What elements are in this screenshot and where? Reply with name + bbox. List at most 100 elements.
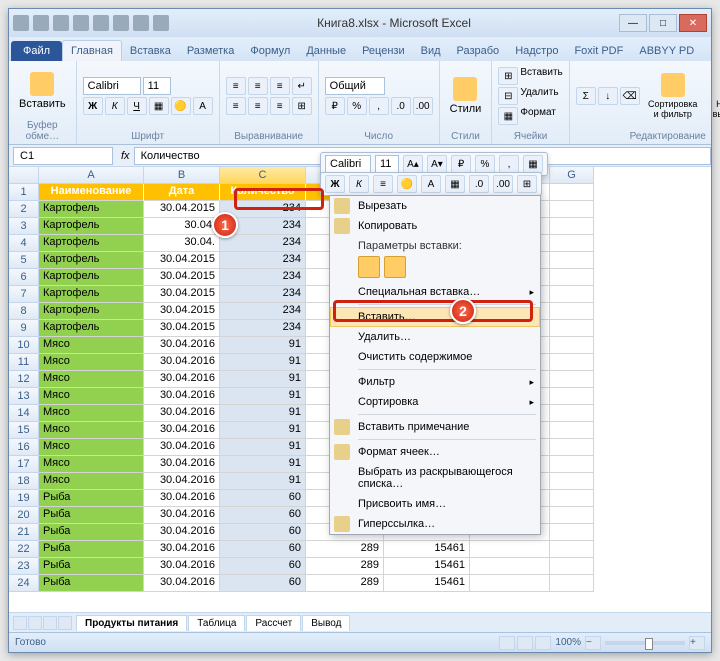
cell-c-14[interactable]: 91 <box>220 405 306 422</box>
tab-dev[interactable]: Разрабо <box>449 41 508 61</box>
cell-c-19[interactable]: 60 <box>220 490 306 507</box>
cell-c-11[interactable]: 91 <box>220 354 306 371</box>
ctx-sort[interactable]: Сортировка <box>330 392 540 412</box>
cell-c-16[interactable]: 91 <box>220 439 306 456</box>
sheet-tab-2[interactable]: Таблица <box>188 615 245 631</box>
tab-layout[interactable]: Разметка <box>179 41 243 61</box>
cell-c-17[interactable]: 91 <box>220 456 306 473</box>
cell[interactable] <box>550 405 594 422</box>
cell-a-24[interactable]: Рыба <box>39 575 144 592</box>
tab-home[interactable]: Главная <box>62 40 122 61</box>
paste-option-1[interactable] <box>358 256 380 278</box>
mini-dec-dec-button[interactable]: .00 <box>493 175 513 193</box>
mini-grow-button[interactable]: A▴ <box>403 155 423 173</box>
cell-a-7[interactable]: Картофель <box>39 286 144 303</box>
mini-font-combo[interactable]: Calibri <box>325 155 371 173</box>
italic-button[interactable]: К <box>105 97 125 115</box>
row-head-22[interactable]: 22 <box>9 541 39 558</box>
cell[interactable] <box>550 524 594 541</box>
row-head-13[interactable]: 13 <box>9 388 39 405</box>
paste-option-2[interactable] <box>384 256 406 278</box>
qat-redo-icon[interactable] <box>73 15 89 31</box>
cell-d-22[interactable]: 289 <box>306 541 384 558</box>
cell[interactable] <box>550 303 594 320</box>
mini-border-button[interactable]: ▦ <box>523 155 543 173</box>
tab-abbyy[interactable]: ABBYY PD <box>631 41 702 61</box>
cell[interactable] <box>550 269 594 286</box>
cell-a-11[interactable]: Мясо <box>39 354 144 371</box>
align-right-button[interactable]: ≡ <box>270 97 290 115</box>
row-head-18[interactable]: 18 <box>9 473 39 490</box>
fill-button[interactable]: ↓ <box>598 87 618 105</box>
row-head-4[interactable]: 4 <box>9 235 39 252</box>
ctx-name[interactable]: Присвоить имя… <box>330 494 540 514</box>
cell-b-24[interactable]: 30.04.2016 <box>144 575 220 592</box>
cell-a-4[interactable]: Картофель <box>39 235 144 252</box>
view-normal-button[interactable] <box>499 636 515 650</box>
cell[interactable] <box>550 235 594 252</box>
align-center-button[interactable]: ≡ <box>248 97 268 115</box>
tab-insert[interactable]: Вставка <box>122 41 179 61</box>
align-top-button[interactable]: ≡ <box>226 77 246 95</box>
cell-a-10[interactable]: Мясо <box>39 337 144 354</box>
mini-comma-button[interactable]: , <box>499 155 519 173</box>
ctx-format-cells[interactable]: Формат ячеек… <box>330 442 540 462</box>
dec-dec-button[interactable]: .00 <box>413 97 433 115</box>
cell[interactable] <box>550 337 594 354</box>
cell-b-4[interactable]: 30.04. <box>144 235 220 252</box>
cell[interactable] <box>550 490 594 507</box>
row-head-2[interactable]: 2 <box>9 201 39 218</box>
cell-b-5[interactable]: 30.04.2015 <box>144 252 220 269</box>
cell[interactable] <box>550 320 594 337</box>
cell-c-15[interactable]: 91 <box>220 422 306 439</box>
maximize-button[interactable]: □ <box>649 14 677 32</box>
row-head-11[interactable]: 11 <box>9 354 39 371</box>
cell-b-11[interactable]: 30.04.2016 <box>144 354 220 371</box>
cell-a-9[interactable]: Картофель <box>39 320 144 337</box>
cell-b-6[interactable]: 30.04.2015 <box>144 269 220 286</box>
cell[interactable] <box>550 218 594 235</box>
cell-b-10[interactable]: 30.04.2016 <box>144 337 220 354</box>
cell-b-17[interactable]: 30.04.2016 <box>144 456 220 473</box>
cell-c-22[interactable]: 60 <box>220 541 306 558</box>
col-head-B[interactable]: B <box>144 167 220 184</box>
cell-c-5[interactable]: 234 <box>220 252 306 269</box>
cell-d-24[interactable]: 289 <box>306 575 384 592</box>
cell-b-22[interactable]: 30.04.2016 <box>144 541 220 558</box>
sheet-nav-next[interactable] <box>43 616 57 630</box>
cell-c-9[interactable]: 234 <box>220 320 306 337</box>
paste-button[interactable]: Вставить <box>15 70 70 112</box>
ctx-paste-special[interactable]: Специальная вставка… <box>330 282 540 302</box>
cell-b-19[interactable]: 30.04.2016 <box>144 490 220 507</box>
cell-b-23[interactable]: 30.04.2016 <box>144 558 220 575</box>
cell-c-10[interactable]: 91 <box>220 337 306 354</box>
zoom-slider[interactable] <box>605 641 685 645</box>
cell-b-14[interactable]: 30.04.2016 <box>144 405 220 422</box>
sum-button[interactable]: Σ <box>576 87 596 105</box>
cell-c-13[interactable]: 91 <box>220 388 306 405</box>
sheet-tab-3[interactable]: Рассчет <box>246 615 301 631</box>
qat-icon[interactable] <box>93 15 109 31</box>
cell[interactable] <box>550 354 594 371</box>
row-head-20[interactable]: 20 <box>9 507 39 524</box>
row-head-7[interactable]: 7 <box>9 286 39 303</box>
row-head-5[interactable]: 5 <box>9 252 39 269</box>
row-head-15[interactable]: 15 <box>9 422 39 439</box>
cell[interactable] <box>550 558 594 575</box>
sheet-tab-1[interactable]: Продукты питания <box>76 615 187 631</box>
cell-b-18[interactable]: 30.04.2016 <box>144 473 220 490</box>
cell[interactable] <box>550 184 594 201</box>
sheet-nav-prev[interactable] <box>28 616 42 630</box>
cell-a-17[interactable]: Мясо <box>39 456 144 473</box>
ctx-dropdown[interactable]: Выбрать из раскрывающегося списка… <box>330 462 540 494</box>
cell-b-15[interactable]: 30.04.2016 <box>144 422 220 439</box>
cell[interactable] <box>470 558 550 575</box>
cell-a-19[interactable]: Рыба <box>39 490 144 507</box>
qat-icon[interactable] <box>133 15 149 31</box>
tab-data[interactable]: Данные <box>298 41 354 61</box>
mini-shrink-button[interactable]: A▾ <box>427 155 447 173</box>
mini-size-combo[interactable]: 11 <box>375 155 399 173</box>
currency-button[interactable]: ₽ <box>325 97 345 115</box>
cell[interactable] <box>550 252 594 269</box>
number-format-combo[interactable]: Общий <box>325 77 385 95</box>
